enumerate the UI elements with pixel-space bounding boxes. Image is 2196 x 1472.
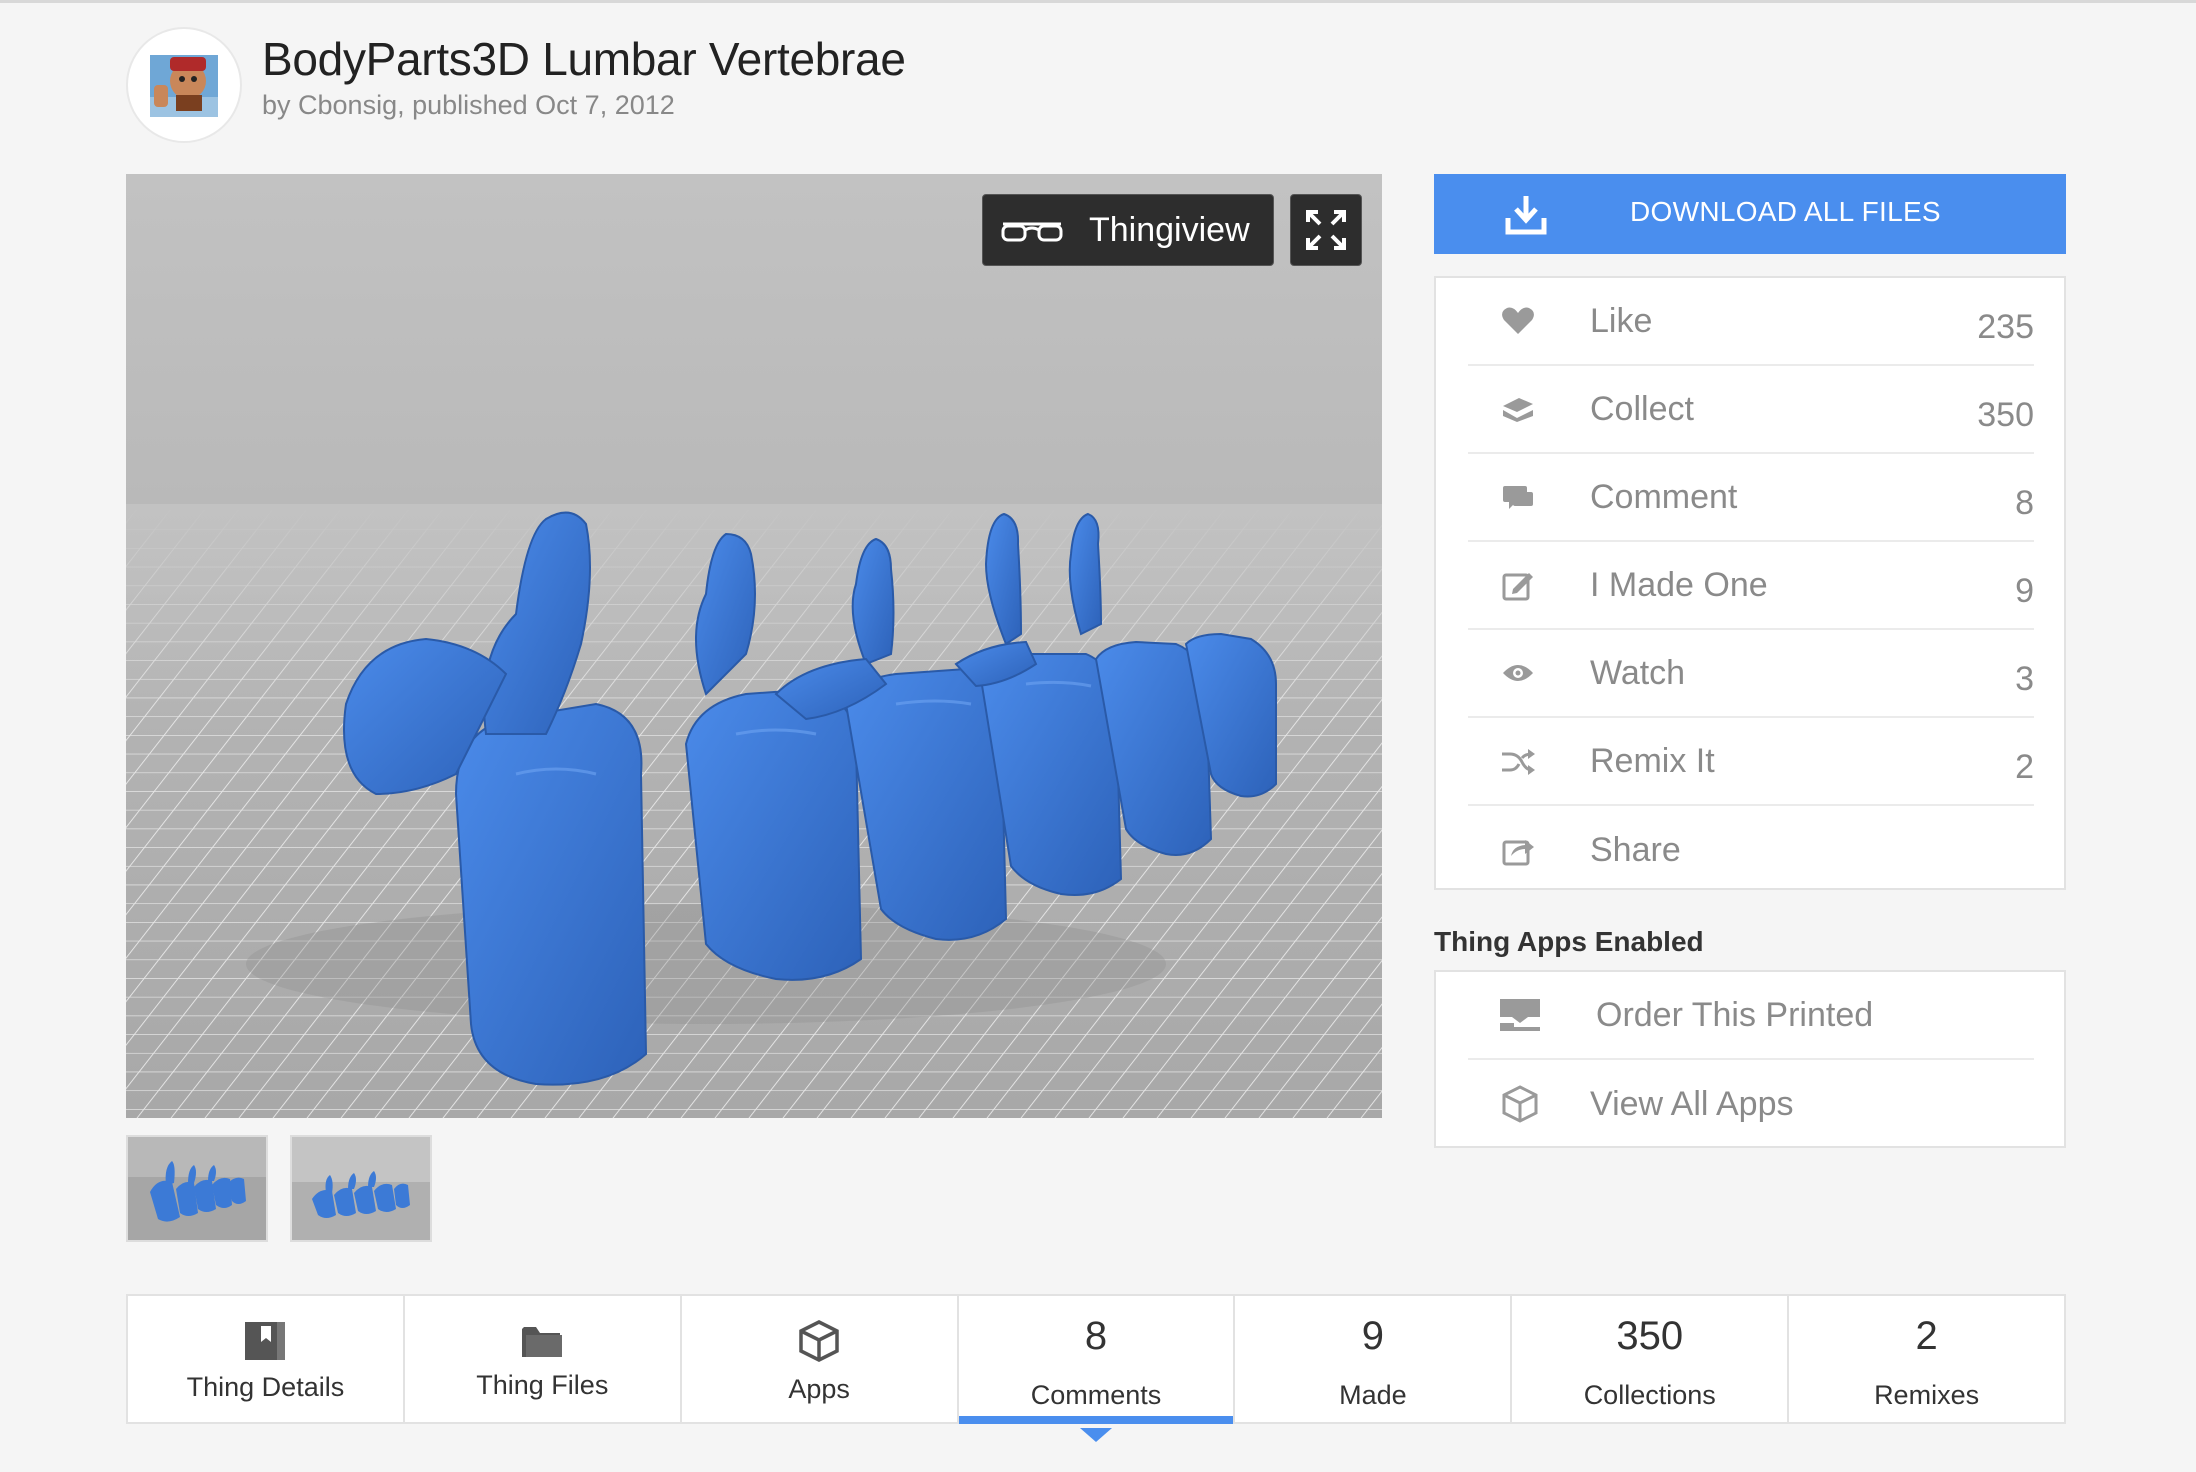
collect-icon	[1500, 391, 1536, 427]
remix-icon	[1500, 743, 1536, 779]
tab-label: Thing Files	[476, 1370, 609, 1400]
share-icon	[1500, 832, 1536, 868]
tab-thing-details[interactable]: Thing Details	[128, 1296, 405, 1422]
app-label: Order This Printed	[1596, 995, 1874, 1034]
byline[interactable]: by Cbonsig, published Oct 7, 2012	[262, 90, 675, 121]
made-icon	[1500, 567, 1536, 603]
comment-icon	[1500, 479, 1536, 515]
thumbnail-2[interactable]	[290, 1135, 432, 1242]
folder-icon	[517, 1318, 567, 1364]
tab-count: 350	[1616, 1314, 1684, 1358]
action-label: Comment	[1590, 477, 1738, 516]
thumbnail-image	[128, 1137, 266, 1240]
thingiview-button[interactable]: Thingiview	[982, 194, 1274, 266]
cube-icon	[794, 1318, 844, 1364]
remix-action[interactable]: Remix It 2	[1468, 718, 2034, 806]
order-printed-app[interactable]: Order This Printed	[1468, 972, 2034, 1060]
action-count: 2	[2015, 748, 2034, 786]
thingiview-label: Thingiview	[1089, 210, 1250, 249]
avatar-image	[150, 55, 218, 117]
tab-count: 9	[1361, 1314, 1384, 1358]
tab-comments[interactable]: 8 Comments	[958, 1296, 1236, 1442]
tab-label: Collections	[1583, 1380, 1716, 1410]
cube-icon	[1500, 1085, 1540, 1123]
collect-action[interactable]: Collect 350	[1468, 366, 2034, 454]
eye-icon	[1500, 655, 1536, 691]
glasses-icon	[1001, 222, 1063, 242]
tab-made[interactable]: 9 Made	[1235, 1296, 1513, 1422]
tab-count: 2	[1915, 1314, 1938, 1358]
tab-label: Apps	[788, 1374, 850, 1404]
action-label: Share	[1590, 830, 1681, 869]
action-count: 350	[1977, 396, 2034, 434]
view-all-apps[interactable]: View All Apps	[1468, 1060, 2034, 1148]
actions-panel: Like 235 Collect 350 Comment 8 I Made On…	[1434, 276, 2066, 890]
action-count: 3	[2015, 660, 2034, 698]
action-label: Like	[1590, 301, 1653, 340]
apps-heading: Thing Apps Enabled	[1434, 926, 1704, 957]
action-label: Remix It	[1590, 741, 1715, 780]
tab-count: 8	[1084, 1314, 1108, 1358]
download-all-button[interactable]: DOWNLOAD ALL FILES	[1434, 174, 2066, 254]
thumbnail-image	[292, 1137, 430, 1240]
download-all-label: DOWNLOAD ALL FILES	[1630, 196, 1941, 227]
action-label: Collect	[1590, 389, 1694, 428]
action-label: I Made One	[1590, 565, 1768, 604]
app-label: View All Apps	[1590, 1084, 1794, 1123]
like-action[interactable]: Like 235	[1468, 278, 2034, 366]
active-tab-indicator	[1080, 1428, 1112, 1442]
tab-remixes[interactable]: 2 Remixes	[1789, 1296, 2064, 1422]
avatar[interactable]	[126, 27, 242, 143]
watch-action[interactable]: Watch 3	[1468, 630, 2034, 718]
share-action[interactable]: Share	[1468, 806, 2034, 894]
tab-label: Comments	[1030, 1380, 1162, 1410]
tab-apps[interactable]: Apps	[682, 1296, 959, 1422]
tab-label: Made	[1339, 1380, 1407, 1410]
tab-label: Thing Details	[186, 1372, 345, 1402]
page-title: BodyParts3D Lumbar Vertebrae	[262, 33, 906, 85]
apps-panel: Order This Printed View All Apps	[1434, 970, 2066, 1148]
action-count: 9	[2015, 572, 2034, 610]
top-border	[0, 0, 2196, 3]
printer-icon	[1498, 997, 1542, 1033]
tab-thing-files[interactable]: Thing Files	[405, 1296, 682, 1422]
thing-details-icon	[240, 1318, 290, 1364]
action-count: 8	[2015, 484, 2034, 522]
model-viewer[interactable]	[126, 174, 1382, 1118]
fullscreen-button[interactable]	[1290, 194, 1362, 266]
comment-action[interactable]: Comment 8	[1468, 454, 2034, 542]
download-icon	[1505, 196, 1547, 235]
tab-collections[interactable]: 350 Collections	[1512, 1296, 1790, 1422]
thing-tabs: Thing Details Thing Files Apps 8 Comment…	[126, 1294, 2066, 1442]
i-made-one-action[interactable]: I Made One 9	[1468, 542, 2034, 630]
action-label: Watch	[1590, 653, 1686, 692]
heart-icon	[1500, 303, 1536, 339]
action-count: 235	[1977, 308, 2034, 346]
tab-label: Remixes	[1874, 1380, 1980, 1410]
model-render	[126, 174, 1382, 1118]
fullscreen-icon	[1306, 210, 1346, 250]
thumbnail-1[interactable]	[126, 1135, 268, 1242]
